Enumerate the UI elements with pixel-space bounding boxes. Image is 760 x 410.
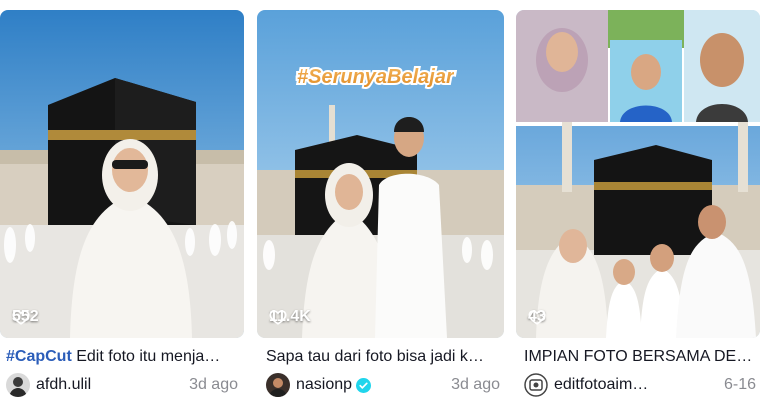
heart-icon: [12, 310, 30, 325]
like-count: 43: [528, 308, 546, 326]
heart-icon: [528, 310, 546, 325]
author-row: editfotoaim… 6-16: [524, 373, 756, 397]
avatar[interactable]: [266, 373, 290, 397]
video-grid: 552 #CapCut Edit foto itu menja… afdh.ul…: [0, 0, 760, 410]
thumbnail-image: [257, 10, 504, 338]
avatar-logo-icon: [524, 373, 548, 397]
like-count: 552: [12, 308, 39, 326]
verified-badge-icon: [356, 377, 372, 393]
video-caption[interactable]: IMPIAN FOTO BERSAMA DEP…: [524, 347, 756, 367]
video-thumbnail[interactable]: 552: [0, 10, 244, 338]
caption-text: IMPIAN FOTO BERSAMA DEP…: [524, 348, 756, 365]
author-row: nasionp 3d ago: [266, 373, 500, 397]
thumbnail-image: [0, 10, 244, 338]
thumbnail-image: [516, 10, 760, 338]
video-card[interactable]: #SerunyaBelajar #SerunyaBelajar 11.4K Sa…: [257, 10, 504, 410]
like-count: 11.4K: [269, 308, 311, 326]
author-row: afdh.ulil 3d ago: [6, 373, 238, 397]
post-date: 3d ago: [451, 376, 500, 393]
video-card[interactable]: 552 #CapCut Edit foto itu menja… afdh.ul…: [0, 10, 244, 410]
video-caption[interactable]: Sapa tau dari foto bisa jadi k…: [266, 347, 500, 367]
video-thumbnail[interactable]: #SerunyaBelajar #SerunyaBelajar 11.4K: [257, 10, 504, 338]
avatar-image: [6, 373, 30, 397]
avatar[interactable]: [524, 373, 548, 397]
post-date: 6-16: [723, 376, 756, 393]
post-date: 3d ago: [189, 376, 238, 393]
avatar[interactable]: [6, 373, 30, 397]
video-card[interactable]: 43 IMPIAN FOTO BERSAMA DEP… editfotoaim……: [516, 10, 760, 410]
avatar-image: [266, 373, 290, 397]
video-thumbnail[interactable]: 43: [516, 10, 760, 338]
author-username[interactable]: afdh.ulil: [36, 376, 91, 394]
video-caption[interactable]: #CapCut Edit foto itu menja…: [6, 347, 238, 367]
author-username[interactable]: nasionp: [296, 376, 352, 394]
author-username[interactable]: editfotoaim…: [554, 376, 648, 394]
caption-text: Sapa tau dari foto bisa jadi k…: [266, 348, 484, 365]
caption-text: Edit foto itu menja…: [71, 348, 221, 365]
caption-hashtag[interactable]: #CapCut: [6, 348, 72, 365]
overlay-hashtag-text: #SerunyaBelajar: [297, 66, 454, 88]
heart-icon: [269, 310, 287, 325]
